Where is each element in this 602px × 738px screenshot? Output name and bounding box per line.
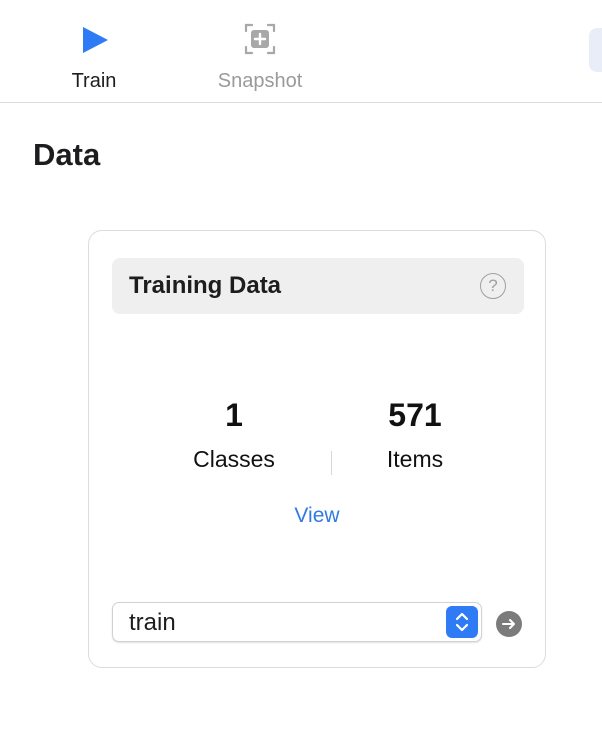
classes-count: 1: [225, 397, 243, 433]
section-title: Data: [33, 137, 101, 172]
help-icon[interactable]: ?: [480, 273, 506, 299]
card-header: Training Data ?: [112, 258, 524, 314]
arrow-right-circle-icon[interactable]: [496, 611, 522, 637]
view-link[interactable]: View: [267, 504, 367, 528]
toolbar-item-label: Snapshot: [217, 70, 303, 92]
toolbar-item-label: Train: [71, 70, 117, 92]
snapshot-icon: [244, 23, 276, 55]
toolbar-edge-button[interactable]: [589, 28, 602, 72]
items-count: 571: [388, 397, 442, 433]
card-title: Training Data: [129, 272, 282, 299]
stats-divider: [331, 451, 332, 475]
play-icon: [83, 27, 108, 53]
classes-label: Classes: [193, 446, 275, 472]
select-value: train: [129, 609, 176, 636]
toolbar: Train Snapshot: [0, 0, 602, 103]
training-data-card: Training Data ? 1 Classes 571 Items View…: [88, 230, 546, 668]
data-source-select[interactable]: train: [112, 602, 482, 642]
items-label: Items: [386, 446, 444, 472]
chevron-up-down-icon: [446, 606, 478, 638]
